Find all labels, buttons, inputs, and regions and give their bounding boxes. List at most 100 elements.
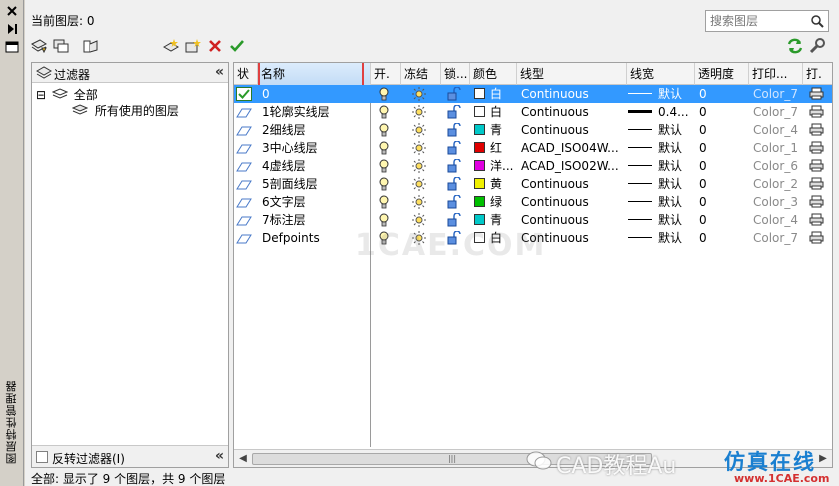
layer-name[interactable]: 3中心线层 [262,139,368,157]
column-header-5[interactable]: 颜色 [470,63,517,85]
table-row[interactable]: 1轮廓实线层 白 Continuous 0.4... 0 Color_7 [234,103,832,121]
layer-color[interactable]: 洋... [474,157,513,175]
layer-linetype[interactable]: Continuous [521,193,625,211]
invert-filter-checkbox[interactable] [36,451,48,463]
layer-transparency[interactable]: 0 [699,211,707,229]
layer-transparency[interactable]: 0 [699,229,707,247]
layer-transparency[interactable]: 0 [699,157,707,175]
layer-name[interactable]: 5剖面线层 [262,175,368,193]
column-header-4[interactable]: 锁... [441,63,470,85]
set-current-button[interactable] [227,36,247,56]
lineweight-value: 默认 [658,213,683,227]
layer-lineweight[interactable]: 默认 [628,85,694,103]
layer-plot-style[interactable]: Color_4 [753,211,798,229]
column-header-0[interactable]: 状 [234,63,258,85]
layer-name[interactable]: 0 [262,85,368,103]
layer-color[interactable]: 青 [474,211,502,229]
table-row[interactable]: 0 白 Continuous 默认 0 Color_7 [234,85,832,103]
layer-color[interactable]: 黄 [474,175,502,193]
layer-color[interactable]: 青 [474,121,502,139]
column-header-3[interactable]: 冻结 [401,63,441,85]
layer-color[interactable]: 白 [474,103,502,121]
layer-lineweight[interactable]: 默认 [628,157,694,175]
new-group-filter-button[interactable] [51,36,71,56]
scroll-left-icon[interactable]: ◀ [236,452,250,466]
layer-linetype[interactable]: Continuous [521,85,625,103]
layer-plot-style[interactable]: Color_7 [753,85,798,103]
auto-hide-icon[interactable] [5,22,19,36]
layer-linetype[interactable]: Continuous [521,121,625,139]
close-icon[interactable] [5,4,19,18]
layer-transparency[interactable]: 0 [699,175,707,193]
layer-linetype[interactable]: Continuous [521,103,625,121]
layer-name[interactable]: 6文字层 [262,193,368,211]
layer-plot-style[interactable]: Color_4 [753,121,798,139]
column-header-10[interactable]: 打. [803,63,832,85]
layer-name[interactable]: 1轮廓实线层 [262,103,368,121]
layer-lineweight[interactable]: 默认 [628,193,694,211]
layer-name[interactable]: 7标注层 [262,211,368,229]
refresh-icon[interactable] [785,36,805,56]
layer-linetype[interactable]: Continuous [521,211,625,229]
column-header-6[interactable]: 线型 [517,63,627,85]
layer-transparency[interactable]: 0 [699,193,707,211]
column-header-1[interactable]: 名称 [258,63,371,85]
tree-item-all[interactable]: ⊟ 全部 [36,87,98,103]
layer-linetype[interactable]: ACAD_ISO04W... [521,139,625,157]
layer-color[interactable]: 绿 [474,193,502,211]
layer-name[interactable]: Defpoints [262,229,368,247]
layer-lineweight[interactable]: 默认 [628,175,694,193]
column-header-2[interactable]: 开. [371,63,401,85]
search-icon [810,14,824,34]
layer-color[interactable]: 红 [474,139,502,157]
layer-lineweight[interactable]: 默认 [628,121,694,139]
layer-color[interactable]: 白 [474,85,502,103]
table-row[interactable]: 3中心线层 红 ACAD_ISO04W... 默认 0 Color_1 [234,139,832,157]
new-layer-button[interactable] [161,36,181,56]
lineweight-value: 默认 [658,195,683,209]
layer-plot-style[interactable]: Color_1 [753,139,798,157]
settings-wrench-icon[interactable] [807,36,827,56]
layer-plot-style[interactable]: Color_7 [753,103,798,121]
layer-transparency[interactable]: 0 [699,103,707,121]
delete-layer-button[interactable] [205,36,225,56]
collapse-footer-button[interactable]: « [215,448,224,464]
layer-lineweight[interactable]: 默认 [628,229,694,247]
column-header-7[interactable]: 线宽 [627,63,695,85]
lineweight-value: 默认 [658,159,683,173]
table-row[interactable]: 5剖面线层 黄 Continuous 默认 0 Color_2 [234,175,832,193]
layer-plot-printer-icon[interactable] [809,231,824,249]
table-row[interactable]: 2细线层 青 Continuous 默认 0 Color_4 [234,121,832,139]
lineweight-sample [628,129,652,130]
layer-plot-style[interactable]: Color_6 [753,157,798,175]
layer-lineweight[interactable]: 默认 [628,139,694,157]
tree-expander-icon[interactable]: ⊟ [36,88,46,102]
layer-transparency[interactable]: 0 [699,121,707,139]
layer-plot-style[interactable]: Color_7 [753,229,798,247]
column-header-9[interactable]: 打印... [749,63,803,85]
lineweight-value: 默认 [658,177,683,191]
layer-transparency[interactable]: 0 [699,139,707,157]
layer-plot-style[interactable]: Color_3 [753,193,798,211]
table-row[interactable]: 6文字层 绿 Continuous 默认 0 Color_3 [234,193,832,211]
layer-name[interactable]: 2细线层 [262,121,368,139]
layer-name[interactable]: 4虚线层 [262,157,368,175]
properties-menu-icon[interactable] [5,40,19,54]
color-name: 黄 [490,177,503,191]
table-row[interactable]: 7标注层 青 Continuous 默认 0 Color_4 [234,211,832,229]
layer-linetype[interactable]: ACAD_ISO02W... [521,157,625,175]
collapse-filter-button[interactable]: « [215,64,224,80]
search-layer-input[interactable]: 搜索图层 [705,10,829,32]
column-header-8[interactable]: 透明度 [695,63,749,85]
table-row[interactable]: 4虚线层 洋... ACAD_ISO02W... 默认 0 Color_6 [234,157,832,175]
layer-states-manager-button[interactable] [81,36,101,56]
new-property-filter-button[interactable] [29,36,49,56]
layer-transparency[interactable]: 0 [699,85,707,103]
layer-lineweight[interactable]: 0.4... [628,103,694,121]
color-name: 绿 [490,195,503,209]
tree-item-all-used[interactable]: 所有使用的图层 [71,103,179,119]
layer-plot-style[interactable]: Color_2 [753,175,798,193]
layer-linetype[interactable]: Continuous [521,175,625,193]
layer-lineweight[interactable]: 默认 [628,211,694,229]
new-layer-vp-frozen-button[interactable] [183,36,203,56]
